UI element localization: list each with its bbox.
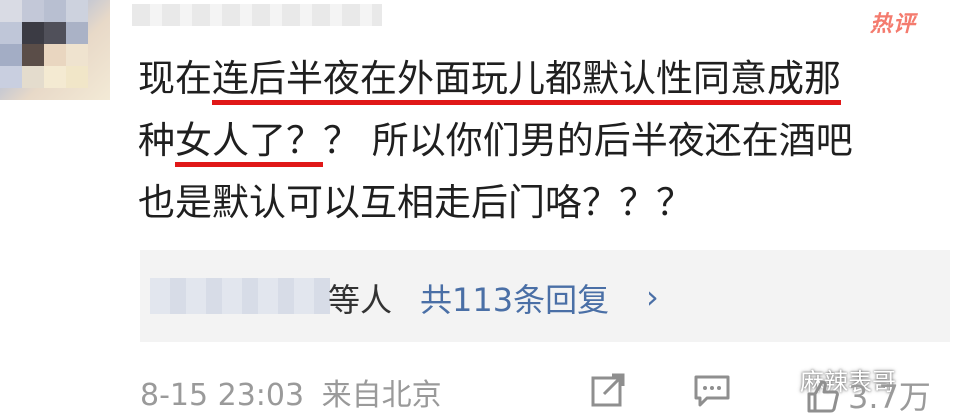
comment-underlined-segment: 连后半夜在外面玩儿都默认性同意成那: [212, 57, 841, 100]
like-count: 3.7万: [848, 378, 931, 416]
chevron-right-icon[interactable]: ›: [646, 278, 659, 316]
comment-icon[interactable]: [693, 374, 731, 408]
view-replies-link[interactable]: 共113条回复: [420, 275, 609, 321]
comment-timestamp: 8-15 23:03: [140, 378, 305, 413]
comment-line: 现在连后半夜在外面玩儿都默认性同意成那: [138, 48, 948, 110]
reply-users-suffix: 等人: [328, 281, 393, 319]
comment-text-segment: 种: [138, 119, 175, 162]
comment-meta: 8-15 23:03 来自北京: [140, 370, 442, 414]
wechat-logo-icon: [769, 368, 795, 390]
comment-text-segment: 也是默认可以互相走后门咯？？？: [138, 181, 693, 224]
comment-line: 也是默认可以互相走后门咯？？？: [138, 172, 948, 234]
username-blurred[interactable]: [132, 4, 382, 26]
hot-comment-badge: 热评: [870, 12, 917, 37]
avatar[interactable]: [0, 0, 110, 100]
share-icon[interactable]: [590, 372, 626, 408]
thumbs-up-icon[interactable]: [805, 378, 841, 414]
reply-users-blurred: [150, 278, 330, 314]
comment-text-segment: ？ 所以你们男的后半夜还在酒吧: [323, 119, 853, 162]
comment-text-segment: 现在: [138, 57, 212, 100]
comment-line: 种女人了？？ 所以你们男的后半夜还在酒吧: [138, 110, 948, 172]
comment-location: 来自北京: [321, 378, 442, 413]
comment-underlined-segment: 女人了？: [175, 119, 323, 162]
comment-text: 现在连后半夜在外面玩儿都默认性同意成那 种女人了？？ 所以你们男的后半夜还在酒吧…: [138, 48, 948, 234]
